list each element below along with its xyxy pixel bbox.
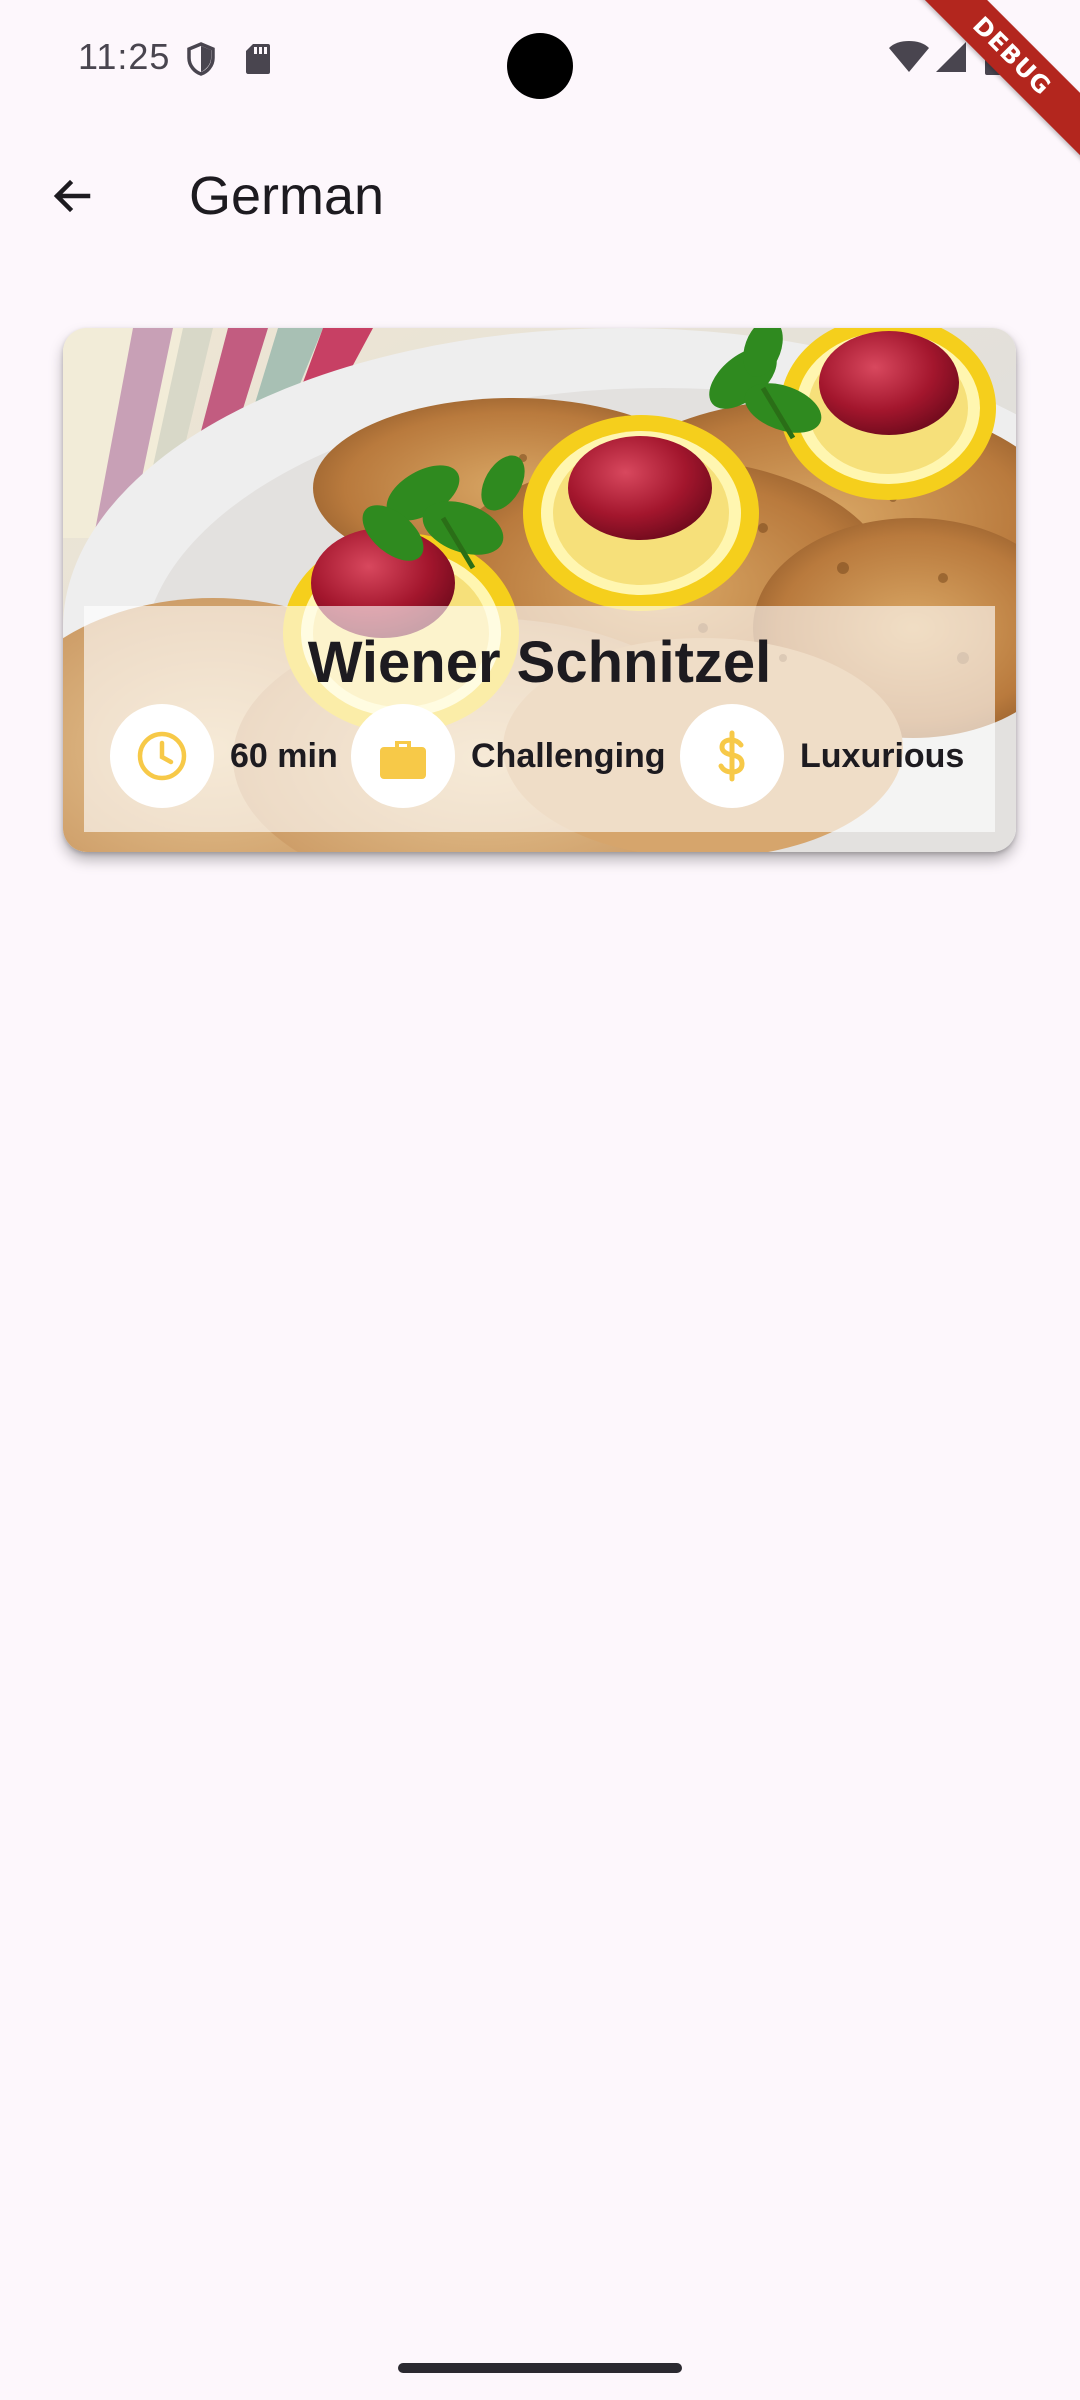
trait-icon-circle	[110, 704, 214, 808]
page-title: German	[189, 166, 385, 226]
trait-label: Luxurious	[800, 736, 965, 775]
sd-card-icon	[244, 42, 272, 81]
meal-info-panel: Wiener Schnitzel 60 min Challenging Luxu…	[84, 606, 995, 832]
trait-icon-circle	[351, 704, 455, 808]
home-indicator[interactable]	[398, 2363, 682, 2373]
meal-card[interactable]: Wiener Schnitzel 60 min Challenging Luxu…	[63, 328, 1016, 852]
signal-icon	[934, 40, 968, 79]
duration-trait: 60 min	[110, 704, 338, 808]
dollar-icon	[705, 729, 759, 783]
affordability-trait: Luxurious	[680, 704, 964, 808]
clock-icon	[135, 729, 189, 783]
wifi-icon	[888, 40, 930, 79]
trait-label: Challenging	[471, 736, 666, 775]
app-bar: German	[0, 130, 1080, 250]
status-time: 11:25	[78, 36, 171, 77]
back-button[interactable]	[36, 160, 108, 232]
complexity-trait: Challenging	[351, 704, 666, 808]
meal-title: Wiener Schnitzel	[307, 630, 772, 695]
trait-label: 60 min	[230, 736, 338, 775]
shield-icon	[186, 42, 216, 81]
trait-icon-circle	[680, 704, 784, 808]
arrow-back-icon	[48, 172, 96, 220]
camera-cutout	[507, 33, 573, 99]
briefcase-icon	[376, 729, 430, 783]
status-bar: 11:25	[0, 0, 1080, 120]
